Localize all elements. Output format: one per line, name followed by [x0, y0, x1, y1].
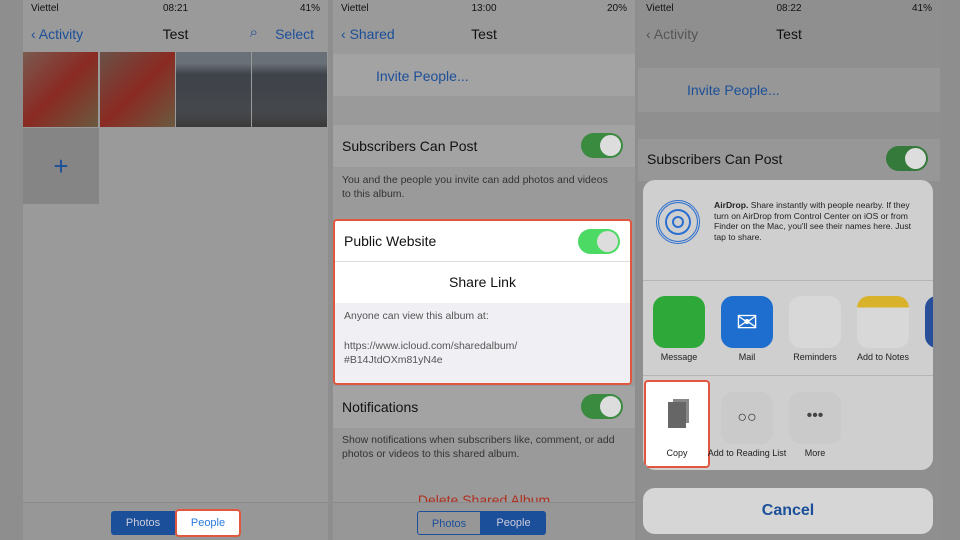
- notifications-label: Notifications: [342, 399, 419, 415]
- notes-app-icon[interactable]: [857, 296, 909, 348]
- photo-thumbnail[interactable]: [23, 52, 98, 127]
- subscribers-can-post-row: Subscribers Can Post: [638, 139, 940, 181]
- status-bar: Viettel 13:00 20%: [333, 0, 635, 18]
- subscribers-label: Subscribers Can Post: [342, 138, 478, 154]
- segmented-control: Photos People: [23, 502, 328, 540]
- airdrop-description: AirDrop. Share instantly with people nea…: [714, 200, 925, 242]
- album-url: https://www.icloud.com/sharedalbum/: [344, 340, 518, 352]
- more-icon[interactable]: •••: [789, 392, 841, 444]
- search-icon[interactable]: ⌕: [250, 24, 258, 41]
- page-title: Test: [776, 26, 802, 42]
- copy-label: Copy: [666, 448, 688, 458]
- public-website-toggle[interactable]: [578, 229, 620, 254]
- nav-bar: ‹ Activity Test: [638, 18, 940, 50]
- invite-people-button[interactable]: Invite People...: [333, 54, 635, 96]
- more-apps-icon[interactable]: [925, 296, 933, 348]
- airdrop-title: AirDrop.: [714, 200, 749, 210]
- more-label: More: [804, 448, 826, 458]
- message-app-icon[interactable]: [653, 296, 705, 348]
- photo-thumbnail[interactable]: [252, 52, 327, 127]
- select-button[interactable]: Select: [275, 26, 314, 42]
- share-sheet: AirDrop. Share instantly with people nea…: [643, 180, 933, 470]
- cancel-button[interactable]: Cancel: [643, 488, 933, 534]
- divider: [643, 280, 933, 281]
- time: 08:21: [162, 3, 189, 14]
- airdrop-icon: [656, 200, 700, 244]
- battery: 41%: [299, 3, 320, 14]
- copy-icon: [668, 402, 686, 428]
- public-website-section: Public Website Share Link Anyone can vie…: [333, 219, 632, 385]
- mail-app-icon[interactable]: ✉: [721, 296, 773, 348]
- time: 13:00: [471, 3, 497, 14]
- app-label: Add to Notes: [856, 352, 910, 362]
- copy-button[interactable]: Copy: [644, 380, 710, 468]
- segmented-control: Photos People: [333, 502, 635, 540]
- reminders-app-icon[interactable]: [789, 296, 841, 348]
- notifications-toggle[interactable]: [581, 394, 623, 419]
- nav-bar: ‹ Shared Test: [333, 18, 635, 50]
- album-url-id: #B14JtdOXm81yN4e: [344, 354, 443, 366]
- status-bar: Viettel 08:22 41%: [638, 0, 940, 18]
- panel-share-sheet: Viettel 08:22 41% ‹ Activity Test Invite…: [638, 0, 940, 540]
- tab-photos[interactable]: Photos: [417, 511, 481, 535]
- divider: [643, 375, 933, 376]
- notifications-note: Show notifications when subscribers like…: [342, 434, 615, 460]
- tab-people[interactable]: People: [175, 509, 241, 537]
- nav-bar: ‹ Activity Test ⌕ Select: [23, 18, 328, 50]
- invite-people-button[interactable]: Invite People...: [638, 68, 940, 112]
- photo-thumbnail[interactable]: [100, 52, 175, 127]
- tab-people[interactable]: People: [481, 511, 546, 535]
- subscribers-toggle[interactable]: [581, 133, 623, 158]
- add-photo-button[interactable]: +: [23, 128, 99, 204]
- panel-album-photos: Viettel 08:21 41% ‹ Activity Test ⌕ Sele…: [23, 0, 328, 540]
- photo-thumbnail[interactable]: [176, 52, 251, 127]
- anyone-can-view-label: Anyone can view this album at:: [344, 310, 489, 322]
- subscribers-toggle[interactable]: [886, 146, 928, 171]
- public-website-label: Public Website: [344, 233, 437, 249]
- subscribers-label: Subscribers Can Post: [647, 151, 783, 167]
- share-link-button[interactable]: Share Link: [335, 262, 630, 303]
- status-bar: Viettel 08:21 41%: [23, 0, 328, 18]
- subscribers-can-post-row: Subscribers Can Post: [333, 125, 635, 167]
- tab-photos[interactable]: Photos: [111, 511, 175, 535]
- panel-album-settings: Viettel 13:00 20% ‹ Shared Test Invite P…: [333, 0, 635, 540]
- time: 08:22: [776, 3, 802, 14]
- battery: 41%: [911, 3, 932, 14]
- notifications-row: Notifications: [333, 386, 635, 428]
- page-title: Test: [471, 26, 497, 42]
- album-url-info: Anyone can view this album at: https://w…: [335, 303, 630, 383]
- subscribers-note: You and the people you invite can add ph…: [342, 174, 608, 200]
- reading-list-icon[interactable]: ○○: [721, 392, 773, 444]
- battery: 20%: [606, 3, 627, 14]
- public-website-row: Public Website: [335, 221, 630, 262]
